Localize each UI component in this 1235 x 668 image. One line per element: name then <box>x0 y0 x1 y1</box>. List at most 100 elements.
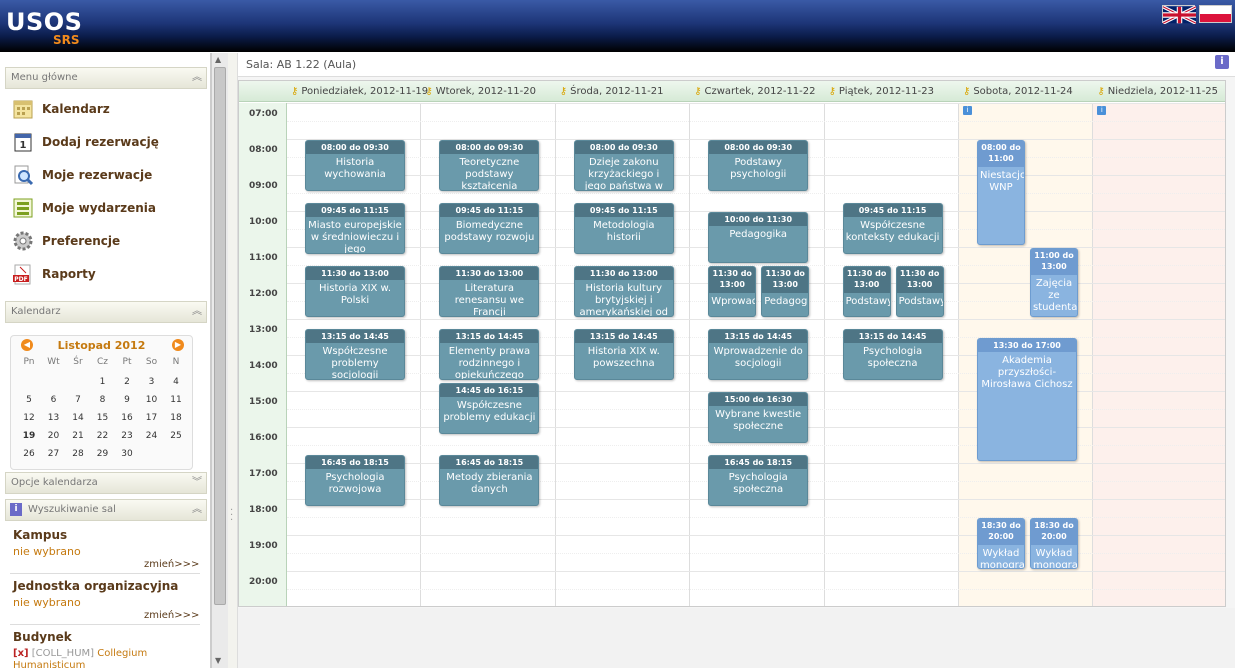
calendar-event[interactable]: 11:30 do 13:00 Podstawy <box>842 266 891 317</box>
calendar-day[interactable]: 20 <box>42 431 66 441</box>
calendar-event[interactable]: 13:15 do 14:45 Elementy prawa rodzinnego … <box>439 329 540 380</box>
key-icon[interactable]: ⚷ <box>1097 86 1104 97</box>
calendar-event[interactable]: 11:30 do 13:00 Historia kultury brytyjski… <box>573 266 674 317</box>
english-flag-icon[interactable] <box>1162 5 1197 25</box>
info-icon[interactable]: i <box>963 106 972 115</box>
calendar-day[interactable]: 10 <box>140 395 164 405</box>
calendar-day[interactable]: 17 <box>140 413 164 423</box>
collapse-icon[interactable]: ︽ <box>192 500 202 520</box>
room-search-header[interactable]: i Wyszukiwanie sal ︽ <box>5 499 207 521</box>
calendar-event[interactable]: 16:45 do 18:15 Psychologia społeczna <box>708 455 809 506</box>
calendar-day[interactable]: 15 <box>91 413 115 423</box>
expand-icon[interactable]: ︾ <box>192 473 202 493</box>
key-icon[interactable]: ⚷ <box>829 86 836 97</box>
calendar-event[interactable]: 08:00 do 09:30 Dzieje zakonu krzyżackiego… <box>573 140 674 191</box>
calendar-day[interactable]: 25 <box>164 431 188 441</box>
day-header[interactable]: ⚷ Piątek, 2012-11-23 <box>829 86 934 97</box>
calendar-day[interactable]: 4 <box>164 377 188 387</box>
next-month-icon[interactable]: ▶ <box>172 339 184 351</box>
calendar-event[interactable]: 11:30 do 13:00 Historia XIX w. Polski <box>305 266 405 317</box>
key-icon[interactable]: ⚷ <box>694 86 701 97</box>
calendar-day[interactable]: 9 <box>115 395 139 405</box>
panel-splitter[interactable]: · · · <box>228 53 238 668</box>
calendar-event[interactable]: 13:15 do 14:45 Historia XIX w. powszechna <box>573 329 674 380</box>
calendar-day[interactable]: 16 <box>115 413 139 423</box>
calendar-event[interactable]: 08:00 do 09:30 Podstawy psychologii <box>708 140 809 191</box>
calendar-event[interactable]: 09:45 do 11:15 Biomedyczne podstawy rozwo… <box>439 203 540 254</box>
key-icon[interactable]: ⚷ <box>291 86 298 97</box>
calendar-day[interactable]: 14 <box>66 413 90 423</box>
calendar-event[interactable]: 09:45 do 11:15 Miasto europejskie w średn… <box>305 203 405 254</box>
collapse-icon[interactable]: ︽ <box>192 302 202 322</box>
calendar-event[interactable]: 11:30 do 13:00 Literatura renesansu we Fr… <box>439 266 540 317</box>
scroll-up-icon[interactable]: ▲ <box>215 55 221 64</box>
calendar-event[interactable]: 08:00 do 11:00 Niestacjonarni WNP <box>977 140 1025 245</box>
calendar-day[interactable]: 11 <box>164 395 188 405</box>
day-header[interactable]: ⚷ Środa, 2012-11-21 <box>560 86 664 97</box>
calendar-day[interactable]: 23 <box>115 431 139 441</box>
info-icon[interactable]: i <box>1215 55 1229 69</box>
day-header[interactable]: ⚷ Poniedziałek, 2012-11-19 <box>291 86 428 97</box>
calendar-event[interactable]: 14:45 do 16:15 Współczesne problemy eduka… <box>439 383 540 434</box>
info-icon[interactable]: i <box>1097 106 1107 115</box>
calendar-day[interactable]: 19 <box>17 431 41 441</box>
event-title: Historia wychowania <box>324 157 386 180</box>
calendar-event[interactable]: 10:00 do 11:30 Pedagogika <box>708 212 809 263</box>
calendar-event[interactable]: 13:15 do 14:45 Współczesne problemy socjo… <box>305 329 405 380</box>
calendar-day[interactable]: 7 <box>66 395 90 405</box>
scroll-down-icon[interactable]: ▼ <box>215 656 221 665</box>
calendar-day[interactable]: 8 <box>91 395 115 405</box>
scrollbar-thumb[interactable] <box>214 67 226 605</box>
key-icon[interactable]: ⚷ <box>963 86 970 97</box>
calendar-day[interactable]: 3 <box>140 377 164 387</box>
calendar-day[interactable]: 30 <box>115 449 139 459</box>
calendar-options-header[interactable]: Opcje kalendarza ︾ <box>5 472 207 494</box>
drag-handle-icon[interactable]: · · · <box>230 506 233 526</box>
calendar-event[interactable]: 18:30 do 20:00 Wykład monograficzny <box>1030 518 1078 569</box>
calendar-event[interactable]: 08:00 do 09:30 Teoretyczne podstawy kszta… <box>439 140 540 191</box>
polish-flag-icon[interactable] <box>1199 5 1232 23</box>
day-header[interactable]: ⚷ Czwartek, 2012-11-22 <box>694 86 815 97</box>
calendar-event[interactable]: 16:45 do 18:15 Psychologia rozwojowa <box>305 455 405 506</box>
calendar-day[interactable]: 24 <box>140 431 164 441</box>
calendar-event[interactable]: 13:15 do 14:45 Wprowadzenie do socjologii <box>708 329 809 380</box>
calendar-event[interactable]: 11:30 do 13:00 Podstawy <box>895 266 944 317</box>
main-menu-header[interactable]: Menu główne ︽ <box>5 67 207 89</box>
calendar-day[interactable]: 22 <box>91 431 115 441</box>
calendar-panel-header[interactable]: Kalendarz ︽ <box>5 301 207 323</box>
day-header[interactable]: ⚷ Wtorek, 2012-11-20 <box>425 86 536 97</box>
calendar-event[interactable]: 13:30 do 17:00 Akademia przyszłości- Miro… <box>977 338 1077 461</box>
calendar-event[interactable]: 08:00 do 09:30 Historia wychowania <box>305 140 405 191</box>
calendar-event[interactable]: 15:00 do 16:30 Wybrane kwestie społeczne <box>708 392 809 443</box>
calendar-day[interactable]: 28 <box>66 449 90 459</box>
calendar-day[interactable]: 18 <box>164 413 188 423</box>
calendar-day[interactable]: 2 <box>115 377 139 387</box>
calendar-event[interactable]: 18:30 do 20:00 Wykład monograficzny <box>977 518 1025 569</box>
org-unit-change-link[interactable]: zmień>>> <box>144 610 199 621</box>
campus-change-link[interactable]: zmień>>> <box>144 559 199 570</box>
calendar-event[interactable]: 09:45 do 11:15 Współczesne konteksty eduk… <box>842 203 943 254</box>
day-header[interactable]: ⚷ Sobota, 2012-11-24 <box>963 86 1073 97</box>
calendar-day[interactable]: 13 <box>42 413 66 423</box>
collapse-icon[interactable]: ︽ <box>192 68 202 88</box>
calendar-event[interactable]: 13:15 do 14:45 Psychologia społeczna <box>842 329 943 380</box>
key-icon[interactable]: ⚷ <box>425 86 432 97</box>
calendar-event[interactable]: 16:45 do 18:15 Metody zbierania danych <box>439 455 540 506</box>
calendar-event[interactable]: 11:00 do 13:00 Zajęcia ze studentami <box>1030 248 1078 317</box>
calendar-event[interactable]: 11:30 do 13:00 Wprowadzeni <box>708 266 757 317</box>
key-icon[interactable]: ⚷ <box>560 86 567 97</box>
calendar-event[interactable]: 09:45 do 11:15 Metodologia historii <box>573 203 674 254</box>
calendar-event[interactable]: 11:30 do 13:00 Pedagogika <box>761 266 810 317</box>
calendar-day[interactable]: 26 <box>17 449 41 459</box>
calendar-day[interactable]: 5 <box>17 395 41 405</box>
calendar-day[interactable]: 29 <box>91 449 115 459</box>
remove-building-button[interactable]: [x] <box>13 648 29 659</box>
usos-logo[interactable]: USOS <box>6 8 82 36</box>
sidebar-scrollbar[interactable]: ▲ ▼ <box>211 53 228 668</box>
calendar-day[interactable]: 1 <box>91 377 115 387</box>
calendar-day[interactable]: 27 <box>42 449 66 459</box>
day-header[interactable]: ⚷ Niedziela, 2012-11-25 <box>1097 86 1218 97</box>
calendar-day[interactable]: 21 <box>66 431 90 441</box>
calendar-day[interactable]: 12 <box>17 413 41 423</box>
calendar-day[interactable]: 6 <box>42 395 66 405</box>
